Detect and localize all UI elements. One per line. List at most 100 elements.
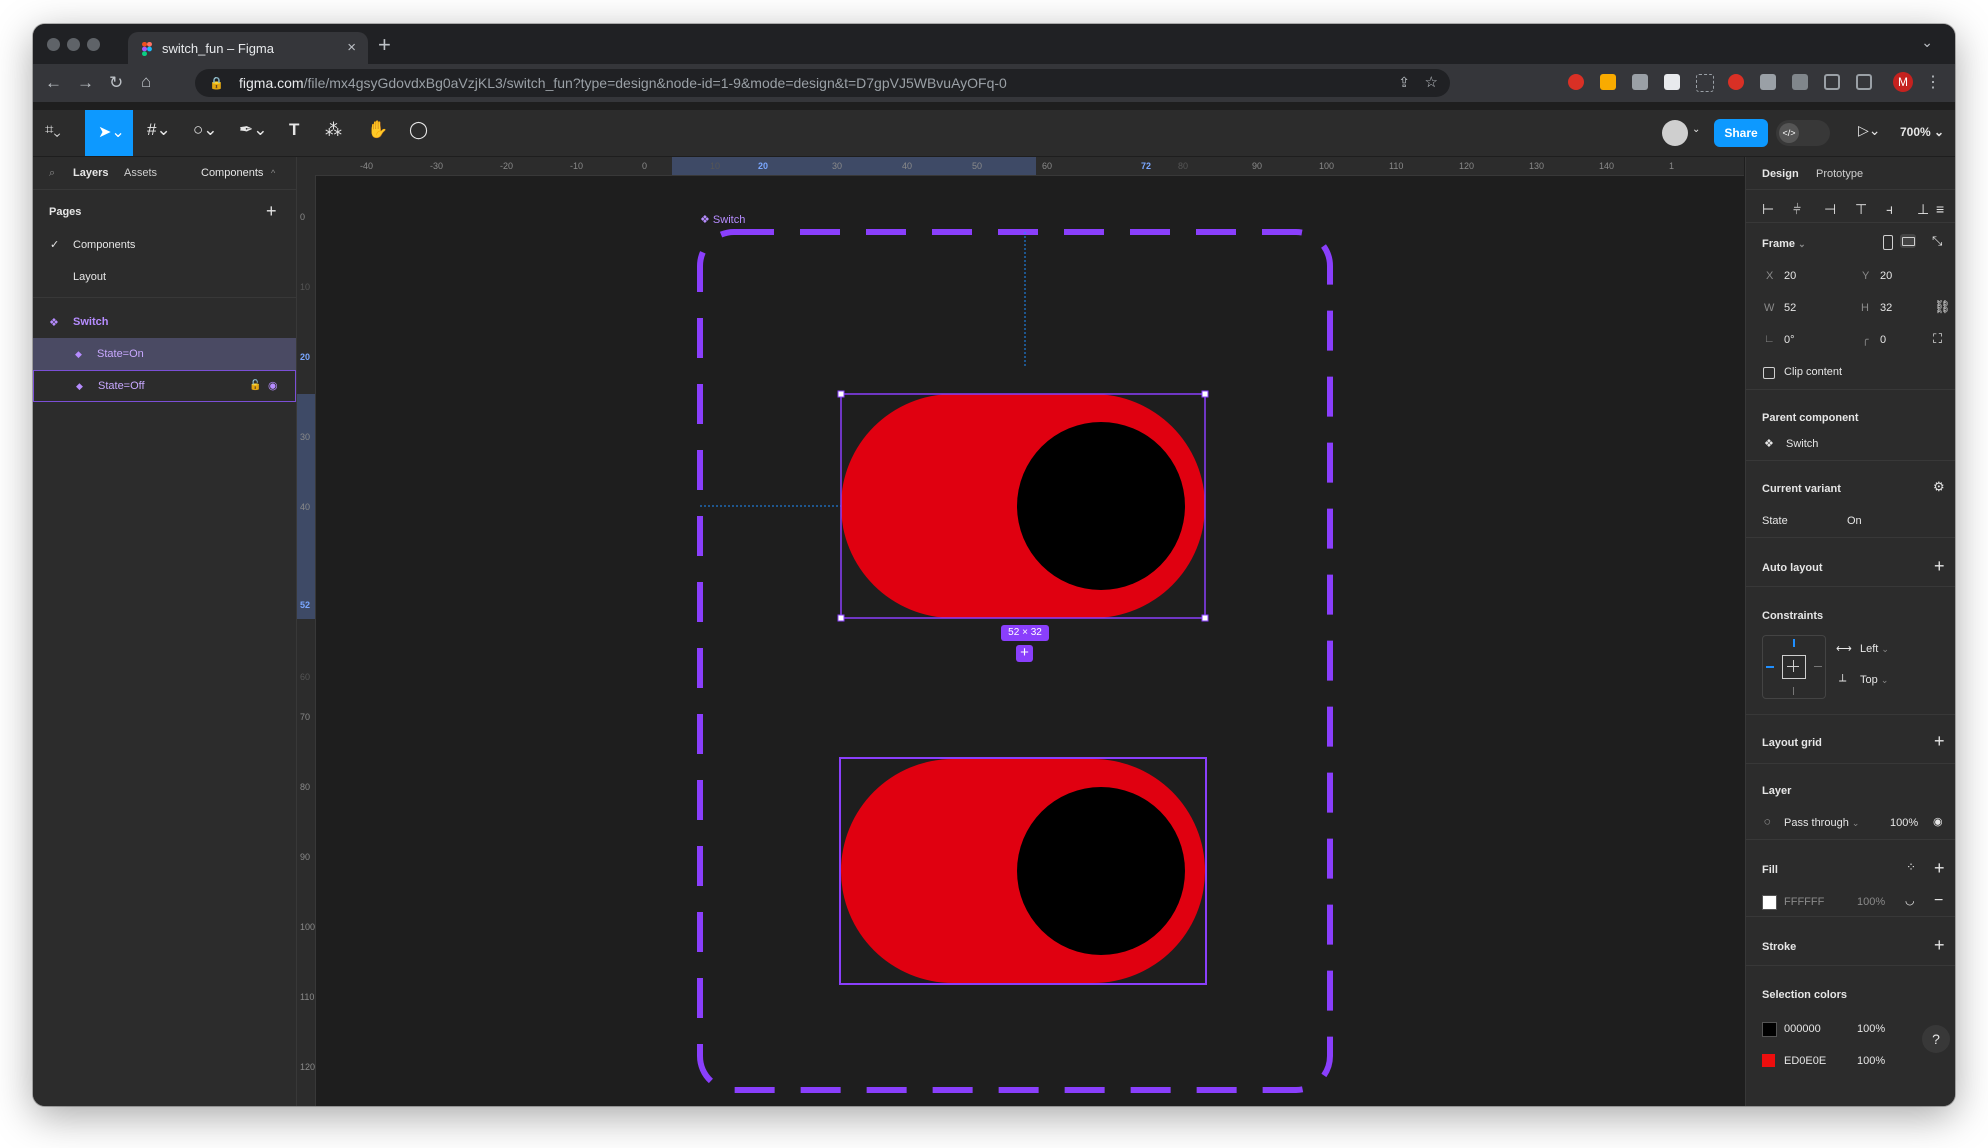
maximize-window-dot[interactable] (87, 38, 100, 51)
layer-row-variant-off[interactable]: ◆ State=Off 🔓 ◉ (33, 370, 296, 402)
selection-color-hex[interactable]: 000000 (1784, 1023, 1821, 1035)
bookmark-star-icon[interactable]: ☆ (1425, 73, 1438, 91)
camera-extension-icon[interactable] (1632, 74, 1648, 90)
blend-mode-select[interactable]: Pass through ⌄ (1784, 817, 1859, 829)
w-input[interactable]: 52 (1784, 302, 1796, 314)
extension-icon[interactable] (1600, 74, 1616, 90)
selection-color-swatch[interactable] (1762, 1022, 1777, 1037)
browser-tab[interactable]: switch_fun – Figma × (128, 32, 368, 64)
selection-color-swatch[interactable] (1762, 1054, 1775, 1067)
extension-icon[interactable] (1696, 74, 1714, 92)
align-right-icon[interactable]: ⊣ (1824, 201, 1836, 218)
resources-icon[interactable]: ⁂ (325, 120, 342, 140)
share-page-icon[interactable]: ⇪ (1398, 74, 1410, 91)
reload-icon[interactable]: ↻ (109, 73, 123, 93)
align-bottom-icon[interactable]: ⊥ (1917, 201, 1929, 218)
x-input[interactable]: 20 (1784, 270, 1796, 282)
align-vertical-center-icon[interactable]: ⫞ (1886, 201, 1893, 218)
layer-row-variant-on[interactable]: ◆ State=On (33, 338, 296, 370)
home-icon[interactable]: ⌂ (141, 72, 151, 92)
tab-layers[interactable]: Layers (73, 167, 108, 179)
chevron-down-icon[interactable]: ⌄ (1692, 124, 1700, 135)
right-constraint-indicator[interactable] (1814, 666, 1822, 667)
comment-tool-icon[interactable]: ◯ (409, 120, 428, 140)
top-constraint-indicator[interactable] (1793, 639, 1795, 647)
vertical-constraint-select[interactable]: Top ⌄ (1860, 674, 1888, 686)
extension-icon[interactable] (1568, 74, 1584, 90)
minimize-window-dot[interactable] (67, 38, 80, 51)
text-tool-icon[interactable]: T (289, 120, 299, 140)
search-icon[interactable]: ⌕ (49, 167, 55, 180)
forward-icon[interactable]: → (77, 73, 94, 93)
remove-fill-icon[interactable]: − (1934, 892, 1943, 910)
selection-color-hex[interactable]: ED0E0E (1784, 1055, 1826, 1067)
eye-icon[interactable]: ◉ (268, 379, 278, 392)
layer-opacity-input[interactable]: 100% (1890, 817, 1918, 829)
help-button[interactable]: ? (1922, 1025, 1950, 1053)
parent-component-name[interactable]: Switch (1786, 438, 1818, 450)
tab-components[interactable]: Components (201, 167, 263, 179)
chevron-up-icon[interactable]: ^ (271, 168, 275, 178)
close-window-dot[interactable] (47, 38, 60, 51)
frame-section-title[interactable]: Frame ⌄ (1762, 238, 1806, 250)
design-canvas[interactable]: ❖ Switch 52 × 32 + (316, 176, 1744, 1106)
left-constraint-indicator[interactable] (1766, 666, 1774, 668)
reading-list-icon[interactable] (1792, 74, 1808, 90)
eye-closed-icon[interactable]: ◡ (1905, 894, 1915, 907)
url-field[interactable]: 🔒 figma.com/file/mx4gsyGdovdxBg0aVzjKL3/… (195, 69, 1450, 97)
add-stroke-icon[interactable]: + (1934, 935, 1945, 956)
align-horizontal-center-icon[interactable]: ⫩ (1793, 201, 1801, 218)
extension-icon[interactable] (1728, 74, 1744, 90)
clip-content-checkbox[interactable] (1763, 367, 1775, 379)
fill-swatch[interactable] (1762, 895, 1777, 910)
distribute-icon[interactable]: ≡ (1936, 201, 1944, 217)
align-top-icon[interactable]: ⊤ (1855, 201, 1867, 218)
variant-value-select[interactable]: On (1847, 515, 1862, 527)
unlock-icon[interactable]: 🔓 (249, 380, 261, 391)
zoom-level[interactable]: 700% ⌄ (1900, 125, 1944, 139)
align-left-icon[interactable]: ⊢ (1762, 201, 1774, 218)
tab-prototype[interactable]: Prototype (1816, 168, 1863, 180)
tab-search-chevron-icon[interactable]: ⌄ (1921, 34, 1933, 51)
style-grid-icon[interactable]: ⁘ (1906, 860, 1916, 874)
independent-corners-icon[interactable]: ⛶ (1933, 331, 1942, 347)
fill-hex-input[interactable]: FFFFFF (1784, 896, 1824, 908)
back-icon[interactable]: ← (45, 73, 62, 93)
close-tab-icon[interactable]: × (347, 39, 356, 56)
main-menu-icon[interactable]: ⌗⌄ (45, 121, 61, 138)
add-layout-grid-icon[interactable]: + (1934, 731, 1945, 752)
extension-icon[interactable] (1664, 74, 1680, 90)
landscape-icon[interactable] (1900, 234, 1916, 248)
selection-color-opacity[interactable]: 100% (1857, 1055, 1885, 1067)
horizontal-constraint-select[interactable]: Left ⌄ (1860, 643, 1889, 655)
frame-tool-icon[interactable]: #⌄ (147, 120, 171, 140)
constraints-widget[interactable] (1762, 635, 1826, 699)
bottom-constraint-indicator[interactable] (1793, 687, 1794, 695)
dev-mode-toggle[interactable]: </> (1776, 120, 1830, 146)
layer-row-component-set[interactable]: ❖ Switch (33, 306, 296, 338)
resize-to-fit-icon[interactable]: ⤡ (1932, 233, 1942, 249)
selection-color-opacity[interactable]: 100% (1857, 1023, 1885, 1035)
share-button[interactable]: Share (1714, 119, 1768, 147)
browser-menu-icon[interactable]: ⋮ (1925, 72, 1941, 92)
portrait-icon[interactable] (1883, 235, 1893, 250)
puzzle-extensions-icon[interactable] (1760, 74, 1776, 90)
pen-tool-icon[interactable]: ✒⌄ (239, 120, 268, 140)
eye-icon[interactable]: ◉ (1933, 815, 1943, 828)
hand-tool-icon[interactable]: ✋ (367, 120, 388, 140)
side-panel-icon[interactable] (1856, 74, 1872, 90)
corner-radius-input[interactable]: 0 (1880, 334, 1886, 346)
user-avatar[interactable] (1662, 120, 1688, 146)
h-input[interactable]: 32 (1880, 302, 1892, 314)
move-tool-button[interactable]: ➤⌄ (85, 110, 133, 156)
add-auto-layout-icon[interactable]: + (1934, 556, 1945, 577)
y-input[interactable]: 20 (1880, 270, 1892, 282)
page-item-components[interactable]: Components (73, 239, 135, 251)
tab-design[interactable]: Design (1762, 168, 1799, 180)
download-icon[interactable] (1824, 74, 1840, 90)
profile-avatar[interactable]: M (1893, 72, 1913, 92)
add-fill-icon[interactable]: + (1934, 858, 1945, 879)
variant-settings-icon[interactable]: ⚙ (1933, 479, 1945, 495)
constrain-proportions-icon[interactable]: ⛓ (1934, 299, 1951, 315)
add-page-icon[interactable]: + (266, 201, 277, 222)
